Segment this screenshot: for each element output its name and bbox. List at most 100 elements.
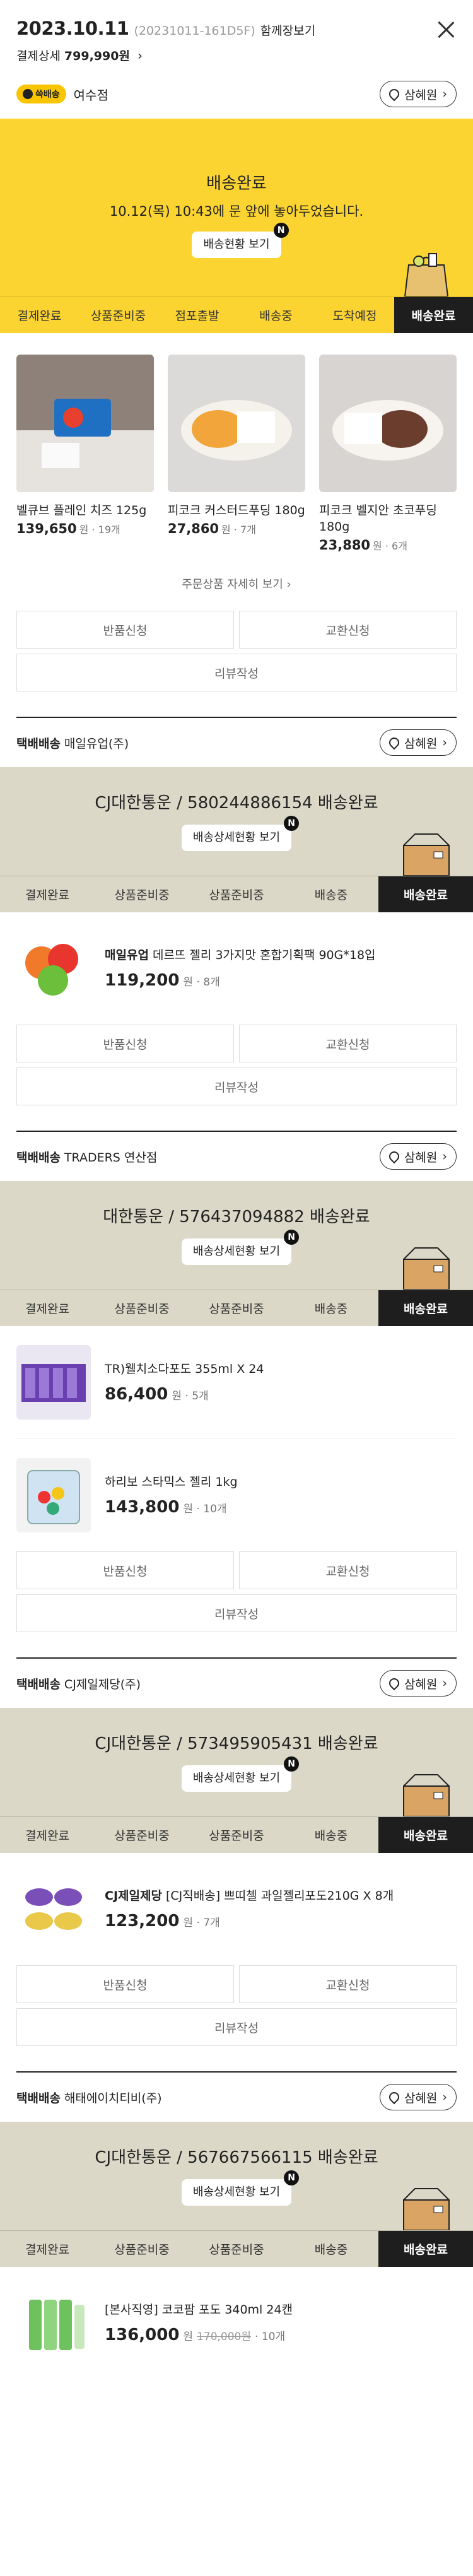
button-label: 배송상세현황 보기 bbox=[192, 1245, 281, 1258]
return-request-button[interactable]: 반품신청 bbox=[16, 1025, 234, 1062]
tracking-detail-button[interactable]: 배송상세현황 보기 N bbox=[181, 1756, 300, 1792]
parcel-box-icon bbox=[403, 1247, 450, 1290]
new-badge: N bbox=[284, 2170, 300, 2185]
close-icon[interactable] bbox=[435, 19, 457, 40]
step-item: 상품준비중 bbox=[114, 1829, 170, 1843]
seller-name: 매일유업(주) bbox=[64, 736, 129, 751]
step-item: 상품준비중 bbox=[114, 2243, 170, 2257]
delivery-steps: 결제완료 상품준비중 상품준비중 배송중 배송완료 bbox=[0, 2230, 473, 2267]
exchange-request-button[interactable]: 교환신청 bbox=[239, 1551, 457, 1589]
chevron-right-icon: › bbox=[442, 2090, 447, 2104]
product-row[interactable]: CJ제일제당 [CJ직배송] 쁘띠첼 과일젤리포도210G X 8개 123,2… bbox=[0, 1853, 473, 1965]
step-item: 상품준비중 bbox=[114, 888, 170, 902]
tracking-status: CJ대한통운 / 567667566115 배송완료 bbox=[95, 2148, 378, 2167]
write-review-button[interactable]: 리뷰작성 bbox=[16, 1067, 457, 1105]
order-actions: 반품신청 교환신청 리뷰작성 bbox=[0, 1025, 473, 1105]
brand-name: CJ제일제당 bbox=[105, 1889, 162, 1903]
product-card[interactable]: 피코크 커스터드푸딩 180g 27,860 원 · 7개 bbox=[168, 355, 305, 553]
product-image bbox=[319, 355, 457, 492]
quantity: 7개 bbox=[203, 1917, 220, 1929]
step-item: 배송중 bbox=[314, 1829, 348, 1843]
price-unit: 원 bbox=[373, 540, 382, 552]
product-row[interactable]: [본사직영] 코코팜 포도 340ml 24캔 136,000 원 170,000원… bbox=[0, 2267, 473, 2379]
product-price: 143,800 원 · 10개 bbox=[105, 1498, 227, 1517]
exchange-request-button[interactable]: 교환신청 bbox=[239, 1025, 457, 1062]
seller-name: TRADERS 연산점 bbox=[64, 1150, 158, 1165]
order-header: 2023.10.11 (20231011-161D5F) 함께장보기 결제상세 … bbox=[0, 0, 473, 69]
step-item: 배송중 bbox=[259, 309, 293, 323]
order-detail-page: 2023.10.11 (20231011-161D5F) 함께장보기 결제상세 … bbox=[0, 0, 473, 2576]
step-item: 결제완료 bbox=[17, 309, 62, 323]
product-row[interactable]: 하리보 스타믹스 젤리 1kg 143,800 원 · 10개 bbox=[0, 1439, 473, 1551]
quantity: 6개 bbox=[392, 540, 407, 552]
status-message: 10.12(목) 10:43에 문 앞에 놓아두었습니다. bbox=[109, 204, 364, 219]
delivery-address-button[interactable]: 삼혜원 › bbox=[379, 81, 457, 107]
quantity: 10개 bbox=[203, 1503, 227, 1515]
parcel-status-panel: CJ대한통운 / 580244886154 배송완료 배송상세현황 보기 N 결제… bbox=[0, 767, 473, 912]
step-item: 점포출발 bbox=[175, 309, 219, 323]
seller-name: 해태에이치티비(주) bbox=[64, 2091, 162, 2105]
delivery-status-button[interactable]: 배송현황 보기 N bbox=[192, 223, 289, 258]
payment-detail-link[interactable]: 결제상세 799,990원 › bbox=[16, 47, 457, 64]
delivery-address-button[interactable]: 삼혜원 › bbox=[379, 2084, 457, 2110]
brand-name: 매일유업 bbox=[105, 948, 149, 962]
step-item: 배송중 bbox=[314, 2243, 348, 2257]
price-value: 143,800 bbox=[105, 1498, 180, 1517]
step-item-active: 배송완료 bbox=[378, 1817, 473, 1853]
delivery-address-button[interactable]: 삼혜원 › bbox=[379, 1670, 457, 1697]
order-items-detail-link[interactable]: 주문상품 자세히 보기 › bbox=[0, 575, 473, 592]
exchange-request-button[interactable]: 교환신청 bbox=[239, 1965, 457, 2003]
order-actions: 반품신청 교환신청 리뷰작성 bbox=[0, 611, 473, 691]
new-badge: N bbox=[273, 223, 289, 238]
write-review-button[interactable]: 리뷰작성 bbox=[16, 2008, 457, 2046]
product-title: [CJ직배송] 쁘띠첼 과일젤리포도210G X 8개 bbox=[165, 1889, 394, 1903]
button-label: 배송상세현황 보기 bbox=[192, 2185, 281, 2199]
product-name: 하리보 스타믹스 젤리 1kg bbox=[105, 1474, 238, 1490]
step-item: 도착예정 bbox=[332, 309, 377, 323]
product-card[interactable]: 벨큐브 플레인 치즈 125g 139,650 원 · 19개 bbox=[16, 355, 154, 553]
product-name: 피코크 벨지안 초코푸딩 180g bbox=[319, 503, 437, 534]
return-request-button[interactable]: 반품신청 bbox=[16, 611, 234, 649]
step-item: 상품준비중 bbox=[114, 1302, 170, 1316]
write-review-button[interactable]: 리뷰작성 bbox=[16, 1594, 457, 1632]
product-row[interactable]: TR)웰치소다포도 355ml X 24 86,400 원 · 5개 bbox=[0, 1326, 473, 1438]
price-value: 123,200 bbox=[105, 1912, 180, 1931]
product-price: 119,200 원 · 8개 bbox=[105, 971, 220, 990]
product-grid: 벨큐브 플레인 치즈 125g 139,650 원 · 19개 피코크 커스터드푸… bbox=[0, 333, 473, 553]
price-value: 136,000 bbox=[105, 2326, 180, 2344]
parcel-label: 택배배송 bbox=[16, 1677, 61, 1691]
product-price: 139,650 원 · 19개 bbox=[16, 521, 120, 536]
step-item: 결제완료 bbox=[25, 1302, 69, 1316]
chevron-right-icon: › bbox=[442, 87, 447, 101]
return-request-button[interactable]: 반품신청 bbox=[16, 1551, 234, 1589]
product-row[interactable]: 매일유업 데르뜨 젤리 3가지맛 혼합기획팩 90G*18입 119,200 원 … bbox=[0, 912, 473, 1025]
tracking-detail-button[interactable]: 배송상세현황 보기 N bbox=[181, 1230, 300, 1265]
product-name: CJ제일제당 [CJ직배송] 쁘띠첼 과일젤리포도210G X 8개 bbox=[105, 1888, 394, 1904]
address-label: 삼혜원 bbox=[404, 736, 438, 751]
parcel-info-row: 택배배송 CJ제일제당(주) 삼혜원 › bbox=[0, 1659, 473, 1708]
delivery-steps: 결제완료 상품준비중 점포출발 배송중 도착예정 배송완료 bbox=[0, 297, 473, 333]
status-title: 배송완료 bbox=[206, 174, 267, 193]
order-actions: 반품신청 교환신청 리뷰작성 bbox=[0, 1551, 473, 1632]
tracking-status: CJ대한통운 / 580244886154 배송완료 bbox=[95, 794, 378, 813]
delivery-address-button[interactable]: 삼혜원 › bbox=[379, 1143, 457, 1170]
truck-icon bbox=[23, 89, 33, 99]
exchange-request-button[interactable]: 교환신청 bbox=[239, 611, 457, 649]
delivery-address-button[interactable]: 삼혜원 › bbox=[379, 729, 457, 756]
quantity: 19개 bbox=[98, 524, 120, 536]
delivery-steps: 결제완료 상품준비중 상품준비중 배송중 배송완료 bbox=[0, 876, 473, 912]
product-card[interactable]: 피코크 벨지안 초코푸딩 180g 23,880 원 · 6개 bbox=[319, 355, 457, 553]
return-request-button[interactable]: 반품신청 bbox=[16, 1965, 234, 2003]
step-item: 배송중 bbox=[314, 1302, 348, 1316]
write-review-button[interactable]: 리뷰작성 bbox=[16, 654, 457, 691]
order-number: (20231011-161D5F) bbox=[134, 24, 255, 38]
step-item-active: 배송완료 bbox=[394, 297, 473, 333]
step-item: 상품준비중 bbox=[209, 1302, 264, 1316]
product-image bbox=[16, 1872, 91, 1946]
tracking-detail-button[interactable]: 배송상세현황 보기 N bbox=[181, 2170, 300, 2206]
step-item: 상품준비중 bbox=[209, 2243, 264, 2257]
tracking-status: CJ대한통운 / 573495905431 배송완료 bbox=[95, 1734, 378, 1753]
parcel-label: 택배배송 bbox=[16, 1150, 61, 1165]
tracking-detail-button[interactable]: 배송상세현황 보기 N bbox=[181, 816, 300, 851]
location-pin-icon bbox=[387, 2090, 402, 2105]
